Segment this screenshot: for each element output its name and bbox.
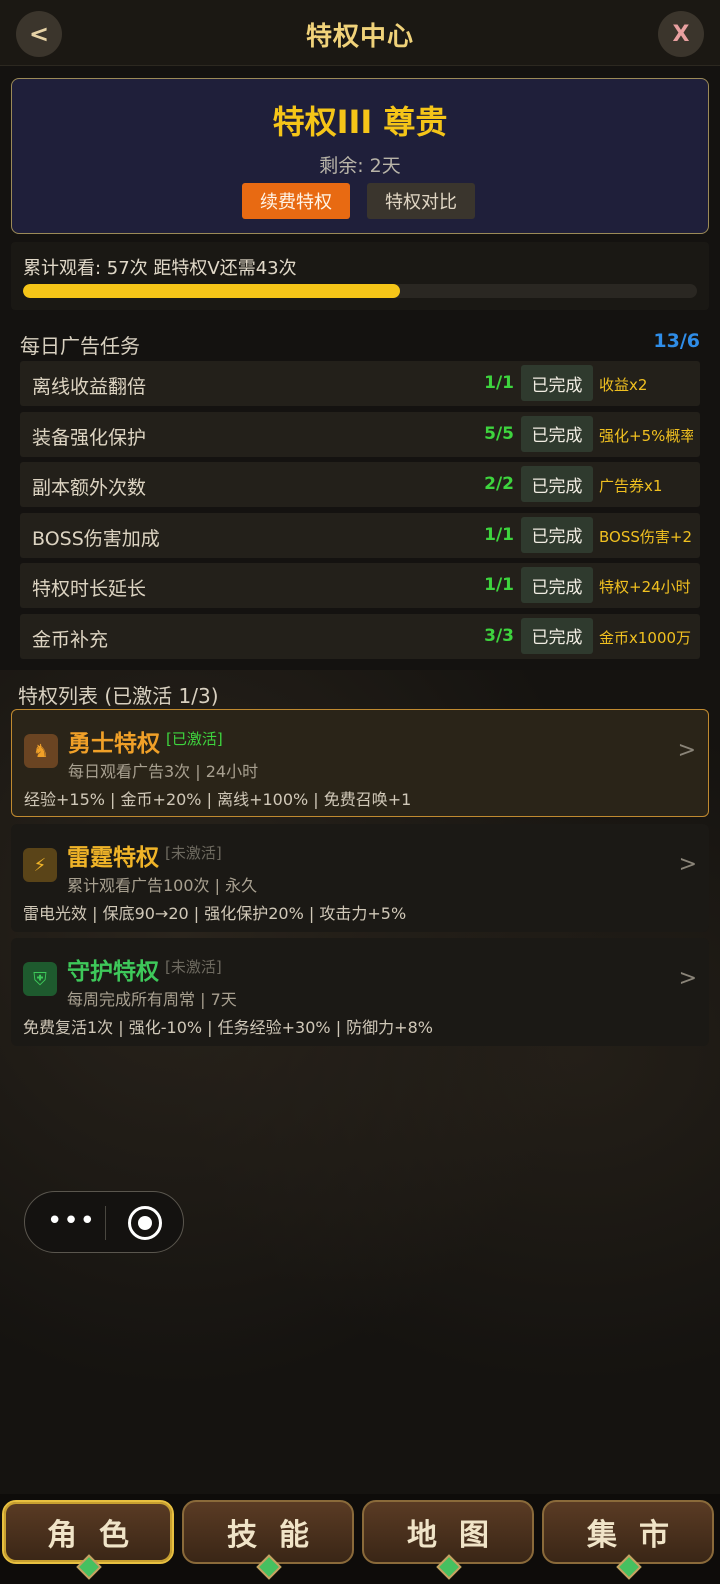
task-row: 副本额外次数 2/2 已完成 广告券x1: [20, 462, 700, 508]
privilege-card[interactable]: ⛨ 守护特权 [未激活] 每周完成所有周常 | 7天免费复活1次 | 强化-10% |…: [11, 938, 709, 1046]
task-reward: 广告券x1: [599, 477, 663, 496]
privilege-effects: 免费复活1次 | 强化-10% | 任务经验+30% | 防御力+8%: [23, 1018, 433, 1037]
nav-tab[interactable]: 角色: [2, 1500, 174, 1580]
task-status-button[interactable]: 已完成: [521, 365, 593, 401]
task-status-button[interactable]: 已完成: [521, 415, 593, 452]
task-progress: 1/1: [484, 524, 514, 545]
compare-button[interactable]: 特权对比: [367, 183, 475, 219]
task-row: BOSS伤害加成 1/1 已完成 BOSS伤害+20%: [20, 512, 700, 558]
record-icon[interactable]: [128, 1206, 162, 1240]
vip-level-title: 特权III 尊贵: [272, 103, 448, 141]
nav-tab[interactable]: 地图: [362, 1500, 534, 1580]
nav-tab[interactable]: 技能: [182, 1500, 354, 1580]
task-reward: 特权+24小时: [599, 578, 691, 597]
nav-tab-label: 地图: [407, 1518, 511, 1553]
privilege-name: 守护特权: [67, 959, 159, 985]
privilege-condition: 每周完成所有周常 | 7天: [67, 990, 237, 1009]
chevron-right-icon: >: [678, 966, 697, 991]
capsule-divider: [105, 1206, 106, 1240]
watch-progress-track: [23, 284, 697, 298]
vip-status-card: 特权III 尊贵 剩余: 2天 续费特权 特权对比: [11, 78, 709, 234]
task-status-button[interactable]: 已完成: [521, 567, 593, 604]
gem-icon: [616, 1554, 642, 1580]
nav-tab-label: 技能: [227, 1518, 331, 1553]
task-progress: 1/1: [484, 575, 514, 596]
task-name: 离线收益翻倍: [32, 376, 147, 398]
task-name: BOSS伤害加成: [32, 527, 160, 550]
privilege-card[interactable]: ⚡ 雷霆特权 [未激活] 累计观看广告100次 | 永久雷电光效 | 保底90→20 …: [11, 824, 709, 932]
privilege-effects: 经验+15% | 金币+20% | 离线+100% | 免费召唤+1: [24, 790, 412, 809]
task-row: 金币补充 3/3 已完成 金币x1000万: [20, 613, 700, 659]
task-reward: BOSS伤害+20%: [599, 527, 693, 546]
mini-program-capsule: •••: [24, 1191, 184, 1253]
page-title: 特权中心: [305, 22, 414, 52]
vip-remaining-time: 剩余: 2天: [319, 155, 401, 177]
task-progress: 2/2: [484, 474, 514, 495]
warrior-icon: ♞: [24, 734, 58, 768]
daily-tasks-title: 每日广告任务: [20, 334, 140, 358]
task-status-button[interactable]: 已完成: [521, 516, 593, 553]
privilege-name: 勇士特权: [68, 731, 160, 757]
thunder-icon: ⚡: [23, 848, 57, 882]
bottom-navigation: 角色 技能 地图 集市: [0, 1494, 720, 1584]
chevron-right-icon: >: [677, 738, 696, 763]
daily-task-list: 离线收益翻倍 1/1 已完成 收益x2 装备强化保护 5/5 已完成 强化+5%概率 副本额外次…: [20, 361, 700, 665]
privilege-status: [未激活]: [165, 958, 222, 976]
privilege-card[interactable]: ♞ 勇士特权 [已激活] 每日观看广告3次 | 24小时经验+15% | 金币+20%…: [11, 709, 709, 817]
task-name: 特权时长延长: [32, 578, 147, 601]
gem-icon: [76, 1554, 102, 1580]
privilege-effects: 雷电光效 | 保底90→20 | 强化保护20% | 攻击力+5%: [23, 904, 407, 923]
task-progress: 5/5: [484, 423, 514, 444]
task-row: 装备强化保护 5/5 已完成 强化+5%概率: [20, 411, 700, 457]
privilege-list-title: 特权列表 (已激活 1/3): [18, 684, 219, 708]
nav-tab-label: 角色: [47, 1518, 151, 1553]
nav-tab-label: 集市: [587, 1518, 691, 1553]
task-reward: 金币x1000万: [599, 628, 692, 647]
task-name: 装备强化保护: [32, 426, 147, 449]
task-name: 副本额外次数: [32, 477, 147, 500]
privilege-condition: 每日观看广告3次 | 24小时: [68, 762, 259, 781]
privilege-status: [已激活]: [166, 730, 223, 748]
task-status-button[interactable]: 已完成: [521, 617, 593, 654]
gem-icon: [436, 1554, 462, 1580]
daily-tasks-count: 13/6: [653, 330, 700, 352]
more-menu-icon[interactable]: •••: [47, 1206, 96, 1236]
task-reward: 收益x2: [599, 376, 648, 394]
task-name: 金币补充: [32, 628, 109, 651]
task-progress: 1/1: [484, 373, 514, 393]
watch-progress-fill: [23, 284, 401, 298]
chevron-right-icon: >: [678, 852, 697, 877]
gem-icon: [256, 1554, 282, 1580]
header-bar: < 特权中心 X: [0, 0, 720, 66]
task-row: 特权时长延长 1/1 已完成 特权+24小时: [20, 563, 700, 609]
task-row: 离线收益翻倍 1/1 已完成 收益x2: [20, 361, 700, 406]
nav-tab[interactable]: 集市: [542, 1500, 714, 1580]
privilege-name: 雷霆特权: [67, 845, 159, 871]
watch-progress-text: 累计观看: 57次 距特权V还需43次: [23, 258, 297, 279]
close-button[interactable]: X: [658, 11, 704, 57]
watch-progress-panel: 累计观看: 57次 距特权V还需43次: [11, 242, 709, 310]
task-reward: 强化+5%概率: [599, 426, 693, 445]
shield-icon: ⛨: [23, 962, 57, 996]
privilege-condition: 累计观看广告100次 | 永久: [67, 876, 258, 895]
task-status-button[interactable]: 已完成: [521, 466, 593, 503]
task-progress: 3/3: [484, 625, 514, 646]
privilege-status: [未激活]: [165, 844, 222, 862]
renew-button[interactable]: 续费特权: [242, 183, 350, 219]
